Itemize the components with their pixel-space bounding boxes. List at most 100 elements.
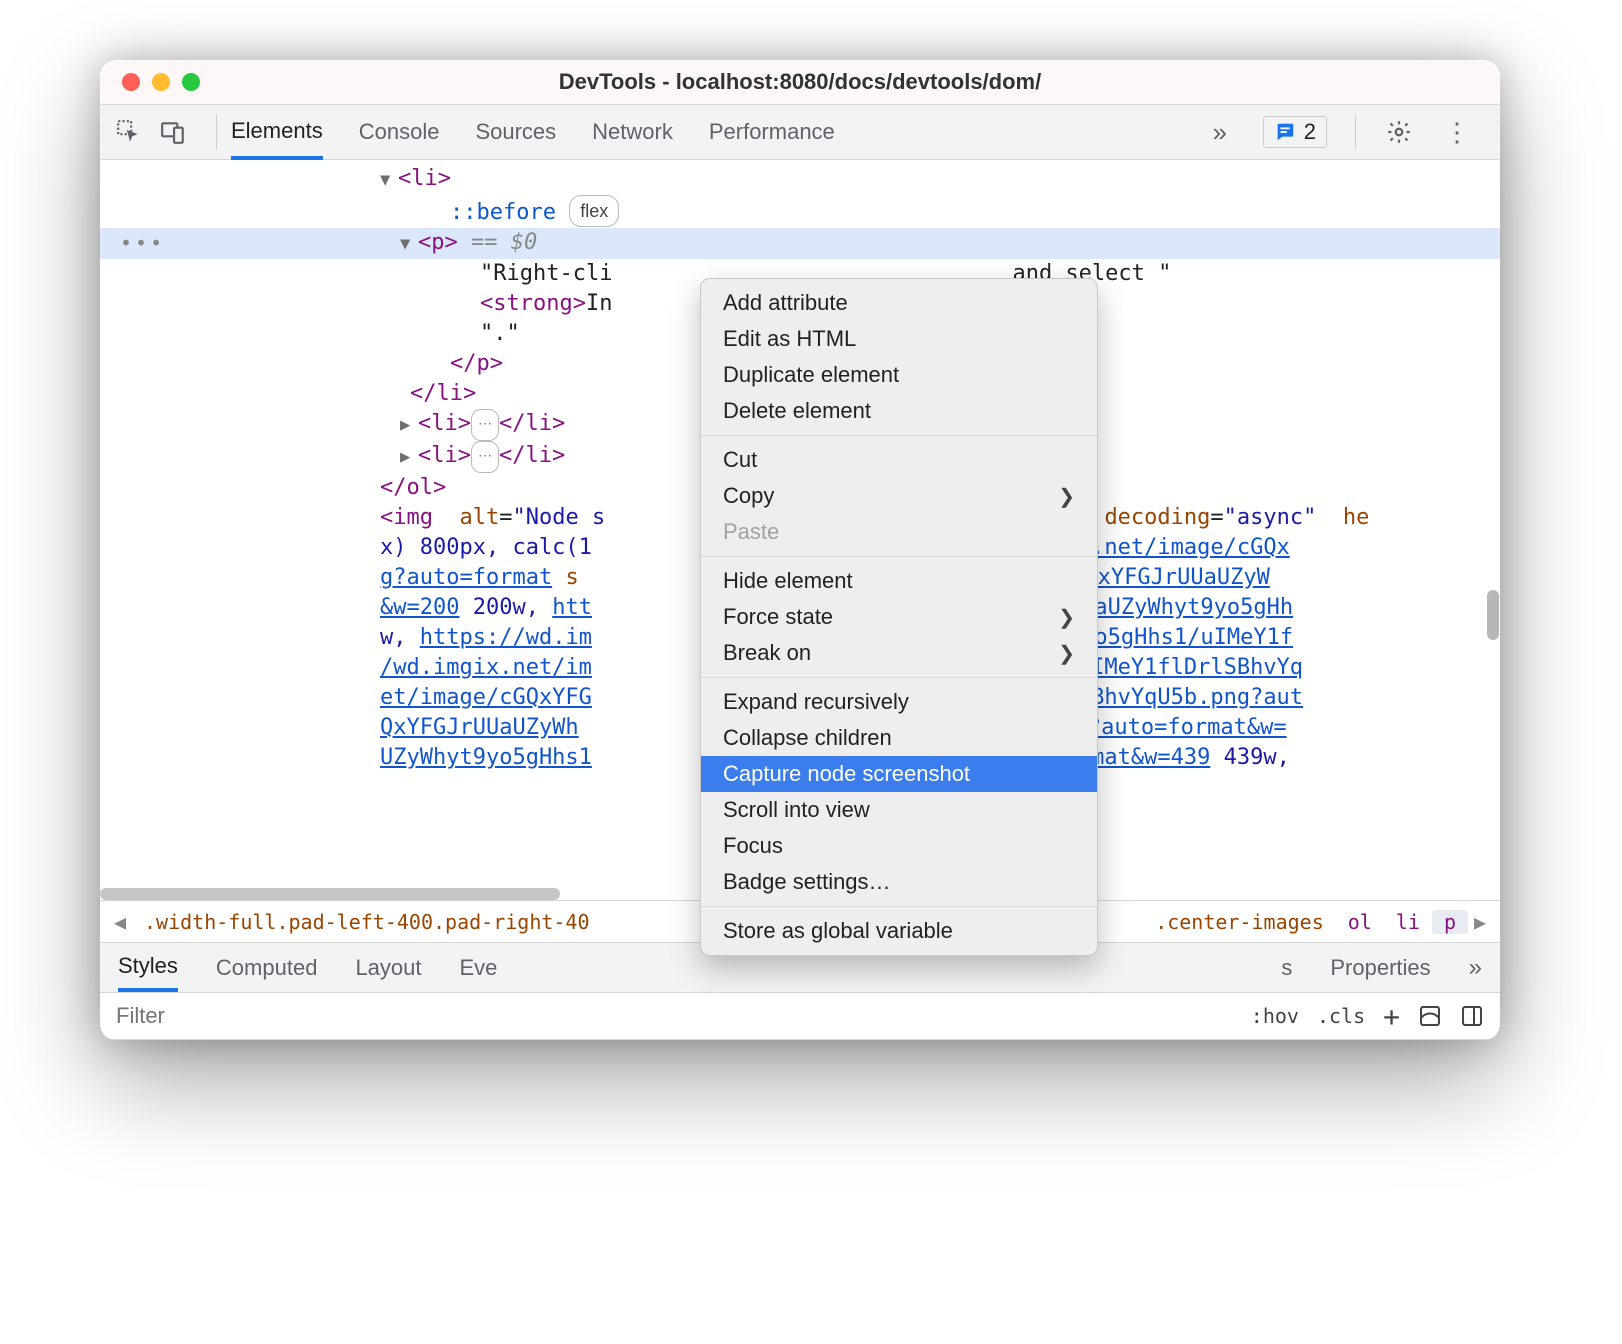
styles-filter-row: :hov .cls + <box>100 992 1500 1040</box>
ctx-duplicate-element[interactable]: Duplicate element <box>701 357 1097 393</box>
ctx-badge-settings[interactable]: Badge settings… <box>701 864 1097 900</box>
breadcrumb-left-icon[interactable]: ◀ <box>108 910 132 934</box>
dom-tag-li[interactable]: <li> <box>398 166 451 191</box>
tab-styles[interactable]: Styles <box>118 943 178 992</box>
ctx-hide-element[interactable]: Hide element <box>701 563 1097 599</box>
context-menu: Add attribute Edit as HTML Duplicate ele… <box>700 278 1098 956</box>
more-tabs-icon[interactable]: » <box>1205 117 1235 147</box>
dom-tag-li-close: </li> <box>499 411 565 436</box>
dom-tag-li[interactable]: <li> <box>418 411 471 436</box>
main-toolbar: Elements Console Sources Network Perform… <box>100 104 1500 160</box>
selected-dom-node[interactable]: ••• <p> == $0 <box>100 228 1500 259</box>
toolbar-separator <box>216 114 217 150</box>
dom-tag-p: <p> <box>418 230 458 255</box>
tab-layout[interactable]: Layout <box>355 943 421 992</box>
title-bar: DevTools - localhost:8080/docs/devtools/… <box>100 60 1500 104</box>
toggle-cls-button[interactable]: .cls <box>1317 1004 1365 1028</box>
settings-gear-icon[interactable] <box>1384 117 1414 147</box>
ctx-delete-element[interactable]: Delete element <box>701 393 1097 429</box>
breadcrumb-item[interactable]: .center-images <box>1143 910 1336 934</box>
issues-count: 2 <box>1304 119 1316 145</box>
chevron-right-icon: ❯ <box>1058 484 1075 509</box>
text-node[interactable]: "." <box>480 321 520 346</box>
kebab-menu-icon[interactable]: ⋮ <box>1442 117 1472 147</box>
vertical-scrollbar[interactable] <box>1487 590 1499 640</box>
ctx-collapse-children[interactable]: Collapse children <box>701 720 1097 756</box>
devtools-window: DevTools - localhost:8080/docs/devtools/… <box>100 60 1500 1040</box>
dom-tag-ol-close[interactable]: </ol> <box>380 475 446 500</box>
toggle-sidebar-icon[interactable] <box>1460 1004 1484 1028</box>
ctx-copy[interactable]: Copy❯ <box>701 478 1097 514</box>
computed-styles-icon[interactable] <box>1418 1004 1442 1028</box>
tab-sources[interactable]: Sources <box>475 105 556 159</box>
text-node[interactable]: "Right-cli <box>480 261 612 286</box>
ctx-store-global[interactable]: Store as global variable <box>701 913 1097 949</box>
url-link[interactable]: https://wd.im <box>420 625 592 650</box>
dom-tag-li-close: </li> <box>499 443 565 468</box>
dom-tag-li-close[interactable]: </li> <box>410 381 476 406</box>
expand-triangle-icon[interactable] <box>400 442 418 472</box>
chevron-right-icon: ❯ <box>1058 641 1075 666</box>
pseudo-before[interactable]: ::before <box>450 200 556 225</box>
issues-badge[interactable]: 2 <box>1263 116 1327 148</box>
ctx-force-state[interactable]: Force state❯ <box>701 599 1097 635</box>
ctx-add-attribute[interactable]: Add attribute <box>701 285 1097 321</box>
breadcrumb-item[interactable]: ol <box>1336 910 1384 934</box>
breadcrumb-item-selected[interactable]: p <box>1432 910 1468 934</box>
ctx-separator <box>701 906 1097 907</box>
ctx-focus[interactable]: Focus <box>701 828 1097 864</box>
tab-elements[interactable]: Elements <box>231 106 323 160</box>
flex-badge[interactable]: flex <box>569 195 619 227</box>
expand-triangle-icon[interactable] <box>400 229 418 259</box>
url-link[interactable]: &w=200 <box>380 595 459 620</box>
breadcrumb-item[interactable]: .width-full.pad-left-400.pad-right-40 <box>132 910 602 934</box>
url-link[interactable]: /wd.imgix.net/im <box>380 655 592 680</box>
ctx-edit-as-html[interactable]: Edit as HTML <box>701 321 1097 357</box>
ctx-separator <box>701 677 1097 678</box>
tab-network[interactable]: Network <box>592 105 673 159</box>
tab-console[interactable]: Console <box>359 105 440 159</box>
chevron-right-icon: ❯ <box>1058 605 1075 630</box>
horizontal-scrollbar[interactable] <box>100 888 560 900</box>
collapsed-ellipsis-icon[interactable]: ⋯ <box>471 409 499 441</box>
selected-marker: == $0 <box>471 230 537 255</box>
more-tabs-icon[interactable]: » <box>1469 954 1482 982</box>
breadcrumb-right-icon[interactable]: ▶ <box>1468 910 1492 934</box>
url-link[interactable]: QxYFGJrUUaUZyWh <box>380 715 579 740</box>
expand-triangle-icon[interactable] <box>380 165 398 195</box>
expand-triangle-icon[interactable] <box>400 410 418 440</box>
inspect-element-icon[interactable] <box>114 117 144 147</box>
tab-partial[interactable]: s <box>1281 943 1292 992</box>
url-link[interactable]: et/image/cGQxYFG <box>380 685 592 710</box>
url-link[interactable]: g?auto=format <box>380 565 552 590</box>
device-toolbar-icon[interactable] <box>158 117 188 147</box>
ctx-cut[interactable]: Cut <box>701 442 1097 478</box>
ctx-capture-node-screenshot[interactable]: Capture node screenshot <box>701 756 1097 792</box>
ctx-expand-recursively[interactable]: Expand recursively <box>701 684 1097 720</box>
text-node: In <box>586 291 613 316</box>
toolbar-separator <box>1355 114 1356 150</box>
dom-tag-li[interactable]: <li> <box>418 443 471 468</box>
panel-tabs: Elements Console Sources Network Perform… <box>231 105 1205 159</box>
ctx-break-on[interactable]: Break on❯ <box>701 635 1097 671</box>
url-link[interactable]: UZyWhyt9yo5gHhs1 <box>380 745 592 770</box>
gutter-dots-icon[interactable]: ••• <box>120 228 165 258</box>
breadcrumb-item[interactable]: li <box>1384 910 1432 934</box>
dom-tag-p-close[interactable]: </p> <box>450 351 503 376</box>
tab-properties[interactable]: Properties <box>1330 943 1430 992</box>
url-link[interactable]: htt <box>552 595 592 620</box>
dom-tag-strong[interactable]: <strong> <box>480 291 586 316</box>
tab-computed[interactable]: Computed <box>216 943 318 992</box>
ctx-separator <box>701 556 1097 557</box>
issues-chat-icon <box>1274 121 1296 143</box>
tab-performance[interactable]: Performance <box>709 105 835 159</box>
filter-input[interactable] <box>116 1003 1233 1029</box>
new-style-rule-icon[interactable]: + <box>1383 1000 1400 1033</box>
ctx-separator <box>701 435 1097 436</box>
ctx-scroll-into-view[interactable]: Scroll into view <box>701 792 1097 828</box>
toolbar-right: » 2 ⋮ <box>1205 114 1486 150</box>
collapsed-ellipsis-icon[interactable]: ⋯ <box>471 441 499 473</box>
ctx-paste: Paste <box>701 514 1097 550</box>
toggle-hov-button[interactable]: :hov <box>1251 1004 1299 1028</box>
tab-event-listeners[interactable]: Eve <box>460 943 498 992</box>
